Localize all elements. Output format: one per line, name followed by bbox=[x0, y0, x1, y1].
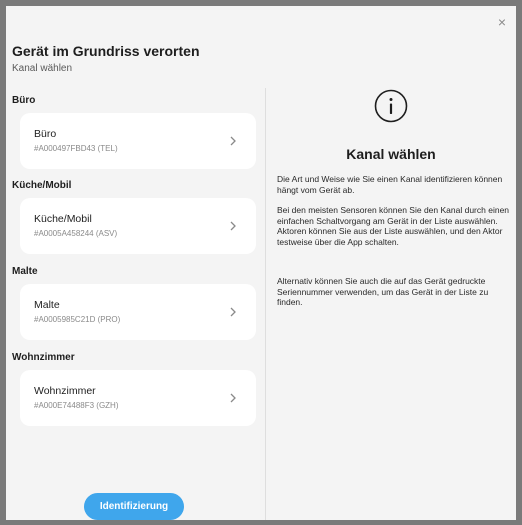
channel-name: Büro bbox=[34, 128, 57, 140]
channel-name: Wohnzimmer bbox=[34, 385, 96, 397]
dialog-subtitle: Kanal wählen bbox=[12, 63, 73, 74]
group-header: Büro bbox=[12, 95, 36, 106]
close-icon[interactable]: × bbox=[494, 14, 510, 30]
channel-id: #A0005A458244 (ASV) bbox=[34, 229, 118, 238]
chevron-right-icon bbox=[230, 136, 236, 146]
group-header: Wohnzimmer bbox=[12, 352, 75, 363]
info-paragraph: Alternativ können Sie auch die auf das G… bbox=[277, 276, 489, 307]
channel-id: #A0005985C21D (PRO) bbox=[34, 315, 121, 324]
channel-card-wohnzimmer[interactable]: Wohnzimmer #A000E74488F3 (GZH) bbox=[20, 370, 256, 426]
channel-card-malte[interactable]: Malte #A0005985C21D (PRO) bbox=[20, 284, 256, 340]
info-panel: Kanal wählen Die Art und Weise wie Sie e… bbox=[266, 88, 516, 520]
group-header: Küche/Mobil bbox=[12, 180, 72, 191]
chevron-right-icon bbox=[230, 307, 236, 317]
group-header: Malte bbox=[12, 266, 38, 277]
info-title: Kanal wählen bbox=[346, 146, 436, 162]
identify-button[interactable]: Identifizierung bbox=[84, 493, 184, 520]
dialog: × Gerät im Grundriss verorten Kanal wähl… bbox=[6, 6, 516, 520]
chevron-right-icon bbox=[230, 393, 236, 403]
channel-id: #A000E74488F3 (GZH) bbox=[34, 401, 119, 410]
channel-name: Malte bbox=[34, 299, 60, 311]
info-paragraph: Bei den meisten Sensoren können Sie den … bbox=[277, 205, 510, 247]
info-icon bbox=[374, 89, 408, 123]
info-paragraph: Die Art und Weise wie Sie einen Kanal id… bbox=[277, 174, 503, 195]
chevron-right-icon bbox=[230, 221, 236, 231]
dialog-title: Gerät im Grundriss verorten bbox=[12, 43, 200, 59]
channel-card-buero[interactable]: Büro #A000497FBD43 (TEL) bbox=[20, 113, 256, 169]
channel-name: Küche/Mobil bbox=[34, 213, 92, 225]
channel-card-kueche-mobil[interactable]: Küche/Mobil #A0005A458244 (ASV) bbox=[20, 198, 256, 254]
channel-list: Büro Büro #A000497FBD43 (TEL) Küche/Mobi… bbox=[6, 88, 265, 520]
channel-id: #A000497FBD43 (TEL) bbox=[34, 144, 118, 153]
